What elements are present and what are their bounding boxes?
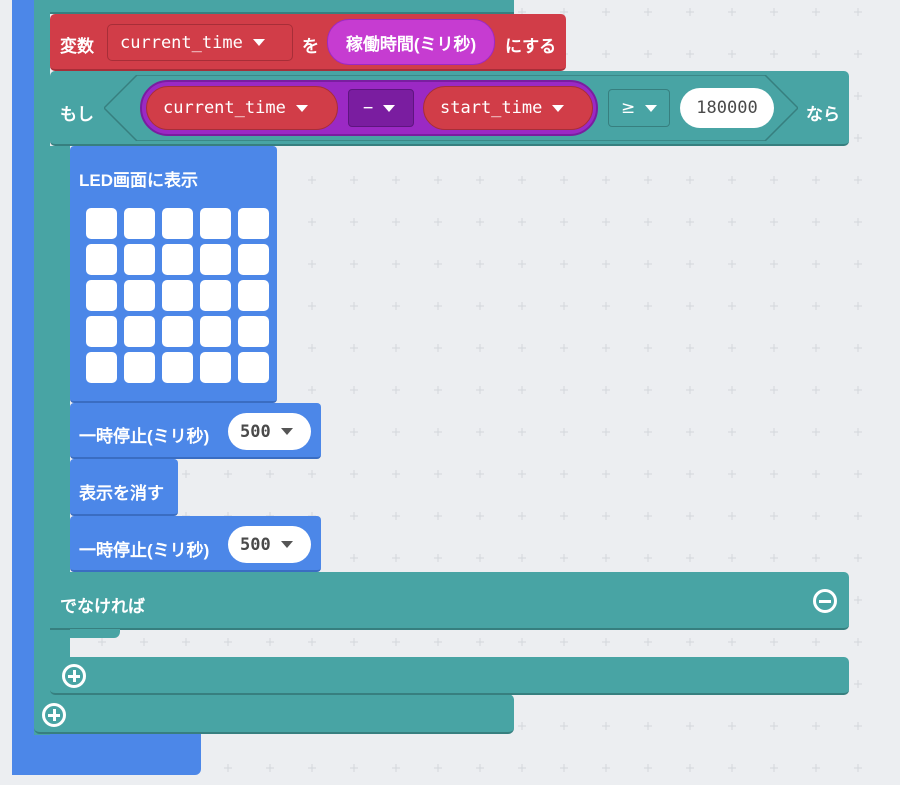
outer-event-block-bottom bbox=[12, 733, 201, 775]
led-cell-1-3[interactable] bbox=[200, 244, 231, 275]
led-cell-4-4[interactable] bbox=[238, 352, 269, 383]
chevron-down-icon bbox=[280, 541, 293, 548]
variable-dropdown-current-time[interactable]: current_time bbox=[107, 24, 293, 61]
else-label: でなければ bbox=[60, 597, 145, 616]
threshold-value: 180000 bbox=[696, 98, 758, 118]
chevron-down-icon bbox=[252, 39, 265, 46]
threshold-input[interactable]: 180000 bbox=[680, 88, 774, 128]
pause-1-value: 500 bbox=[240, 421, 271, 442]
pause-1-label: 一時停止(ミリ秒) bbox=[79, 427, 210, 446]
led-cell-2-2[interactable] bbox=[162, 280, 193, 311]
show-leds-label: LED画面に表示 bbox=[79, 171, 198, 190]
set-variable-suffix: にする bbox=[505, 37, 557, 56]
if-keyword: もし bbox=[60, 105, 94, 124]
led-cell-4-2[interactable] bbox=[162, 352, 193, 383]
running-time-label: 稼働時間(ミリ秒) bbox=[345, 34, 477, 54]
led-cell-1-4[interactable] bbox=[238, 244, 269, 275]
led-cell-4-0[interactable] bbox=[86, 352, 117, 383]
led-cell-0-2[interactable] bbox=[162, 208, 193, 239]
operator-dropdown[interactable]: − bbox=[348, 89, 414, 127]
add-else-if-icon[interactable] bbox=[62, 664, 86, 688]
pause-2-label: 一時停止(ミリ秒) bbox=[79, 541, 210, 560]
if-block-bottom[interactable] bbox=[50, 657, 849, 695]
led-cell-3-3[interactable] bbox=[200, 316, 231, 347]
outer-loop-arm bbox=[34, 0, 50, 735]
operator-symbol: − bbox=[363, 98, 374, 118]
led-cell-4-3[interactable] bbox=[200, 352, 231, 383]
led-cell-3-2[interactable] bbox=[162, 316, 193, 347]
remove-else-icon[interactable] bbox=[813, 589, 837, 613]
running-time-reporter[interactable]: 稼働時間(ミリ秒) bbox=[327, 19, 495, 65]
led-cell-2-4[interactable] bbox=[238, 280, 269, 311]
led-cell-3-1[interactable] bbox=[124, 316, 155, 347]
led-cell-1-2[interactable] bbox=[162, 244, 193, 275]
right-variable-name: start_time bbox=[440, 98, 543, 118]
chevron-down-icon bbox=[295, 104, 308, 112]
led-cell-0-3[interactable] bbox=[200, 208, 231, 239]
clear-screen-label: 表示を消す bbox=[79, 484, 164, 503]
compare-symbol: ≥ bbox=[621, 98, 636, 118]
else-block-header[interactable] bbox=[50, 572, 849, 630]
led-cell-0-1[interactable] bbox=[124, 208, 155, 239]
chevron-down-icon bbox=[280, 428, 293, 435]
left-variable-current-time[interactable]: current_time bbox=[146, 86, 338, 130]
chevron-down-icon bbox=[552, 104, 565, 112]
set-variable-to-label: を bbox=[302, 37, 319, 56]
led-cell-3-4[interactable] bbox=[238, 316, 269, 347]
pause-2-value-dropdown[interactable]: 500 bbox=[228, 526, 311, 563]
led-cell-0-0[interactable] bbox=[86, 208, 117, 239]
led-cell-2-3[interactable] bbox=[200, 280, 231, 311]
led-cell-2-1[interactable] bbox=[124, 280, 155, 311]
variable-name: current_time bbox=[120, 32, 243, 53]
right-variable-start-time[interactable]: start_time bbox=[423, 86, 593, 130]
outer-event-block-left bbox=[12, 0, 34, 775]
set-variable-keyword: 変数 bbox=[60, 37, 94, 56]
compare-dropdown[interactable]: ≥ bbox=[608, 89, 670, 127]
pause-2-value: 500 bbox=[240, 534, 271, 555]
chevron-down-icon bbox=[383, 104, 396, 112]
if-then-label: なら bbox=[806, 105, 840, 124]
pause-1-value-dropdown[interactable]: 500 bbox=[228, 413, 311, 450]
led-cell-1-0[interactable] bbox=[86, 244, 117, 275]
led-cell-3-0[interactable] bbox=[86, 316, 117, 347]
led-cell-4-1[interactable] bbox=[124, 352, 155, 383]
else-empty-slot-top bbox=[70, 629, 120, 638]
outer-loop-bottom[interactable] bbox=[34, 694, 514, 734]
outer-loop-top bbox=[34, 0, 514, 14]
chevron-down-icon bbox=[645, 104, 658, 112]
outer-add-icon[interactable] bbox=[42, 703, 66, 727]
led-cell-2-0[interactable] bbox=[86, 280, 117, 311]
led-cell-1-1[interactable] bbox=[124, 244, 155, 275]
led-cell-0-4[interactable] bbox=[238, 208, 269, 239]
left-variable-name: current_time bbox=[163, 98, 286, 118]
